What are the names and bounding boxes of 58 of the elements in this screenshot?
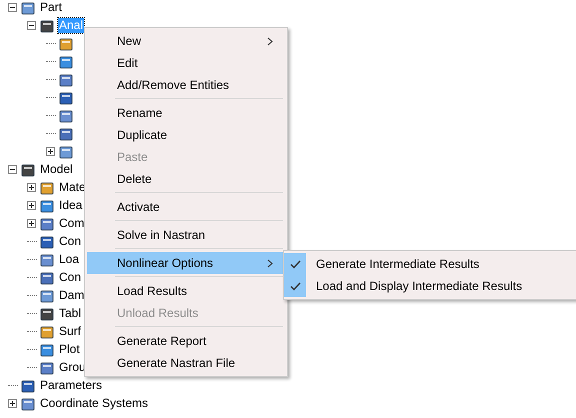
menu-item[interactable]: Generate Intermediate Results: [316, 257, 480, 271]
tree-node-icon: [39, 234, 55, 250]
menu-item[interactable]: New: [87, 30, 285, 52]
tree-item[interactable]: Con: [58, 270, 82, 285]
tree-node-icon: [39, 252, 55, 268]
tree-node-icon: [39, 198, 55, 214]
expand-toggle[interactable]: [46, 147, 55, 156]
expand-toggle[interactable]: [8, 165, 17, 174]
tree-node-icon: [39, 360, 55, 376]
tree-node-icon: [39, 342, 55, 358]
tree-node-icon: [58, 126, 74, 142]
tree-item[interactable]: Con: [58, 234, 82, 249]
tree-item[interactable]: Model: [39, 162, 74, 177]
menu-item[interactable]: Delete: [87, 168, 285, 190]
tree-node-icon: [58, 72, 74, 88]
tree-item[interactable]: Com: [58, 216, 86, 231]
expand-toggle[interactable]: [27, 219, 36, 228]
tree-node-icon: [39, 18, 55, 34]
menu-item[interactable]: Load and Display Intermediate Results: [316, 279, 522, 293]
menu-item[interactable]: Load Results: [87, 280, 285, 302]
tree-node-icon: [39, 270, 55, 286]
tree-item[interactable]: Loa: [58, 252, 80, 267]
expand-toggle[interactable]: [8, 399, 17, 408]
menu-item[interactable]: Rename: [87, 102, 285, 124]
expand-toggle[interactable]: [27, 21, 36, 30]
tree-node-icon: [58, 144, 74, 160]
tree-item[interactable]: Dam: [58, 288, 86, 303]
tree-item[interactable]: Plot: [58, 342, 81, 357]
menu-item[interactable]: Duplicate: [87, 124, 285, 146]
tree-node-icon: [20, 162, 36, 178]
expand-toggle[interactable]: [27, 183, 36, 192]
tree-item[interactable]: Mate: [58, 180, 87, 195]
tree-node-icon: [58, 54, 74, 70]
menu-item[interactable]: Generate Report: [87, 330, 285, 352]
tree-item[interactable]: Tabl: [58, 306, 82, 321]
menu-item[interactable]: Nonlinear Options: [87, 252, 285, 274]
tree-node-icon: [20, 396, 36, 412]
tree-node-icon: [20, 378, 36, 394]
tree-node-icon: [39, 180, 55, 196]
menu-item[interactable]: Generate Nastran File: [87, 352, 285, 374]
tree-node-icon: [58, 36, 74, 52]
menu-item[interactable]: Add/Remove Entities: [87, 74, 285, 96]
tree-node-icon: [39, 216, 55, 232]
tree-node-icon: [58, 90, 74, 106]
tree-node-icon: [39, 306, 55, 322]
tree-node-icon: [39, 324, 55, 340]
tree-item[interactable]: Coordinate Systems: [39, 396, 150, 411]
expand-toggle[interactable]: [8, 3, 17, 12]
tree-item[interactable]: Surf: [58, 324, 82, 339]
tree-node-icon: [58, 108, 74, 124]
tree-item[interactable]: Parameters: [39, 378, 104, 393]
menu-item[interactable]: Activate: [87, 196, 285, 218]
tree-item[interactable]: Idea: [58, 198, 84, 213]
tree-node-icon: [39, 288, 55, 304]
menu-item[interactable]: Solve in Nastran: [87, 224, 285, 246]
tree-item[interactable]: Part: [39, 0, 64, 15]
expand-toggle[interactable]: [27, 201, 36, 210]
menu-item[interactable]: Edit: [87, 52, 285, 74]
